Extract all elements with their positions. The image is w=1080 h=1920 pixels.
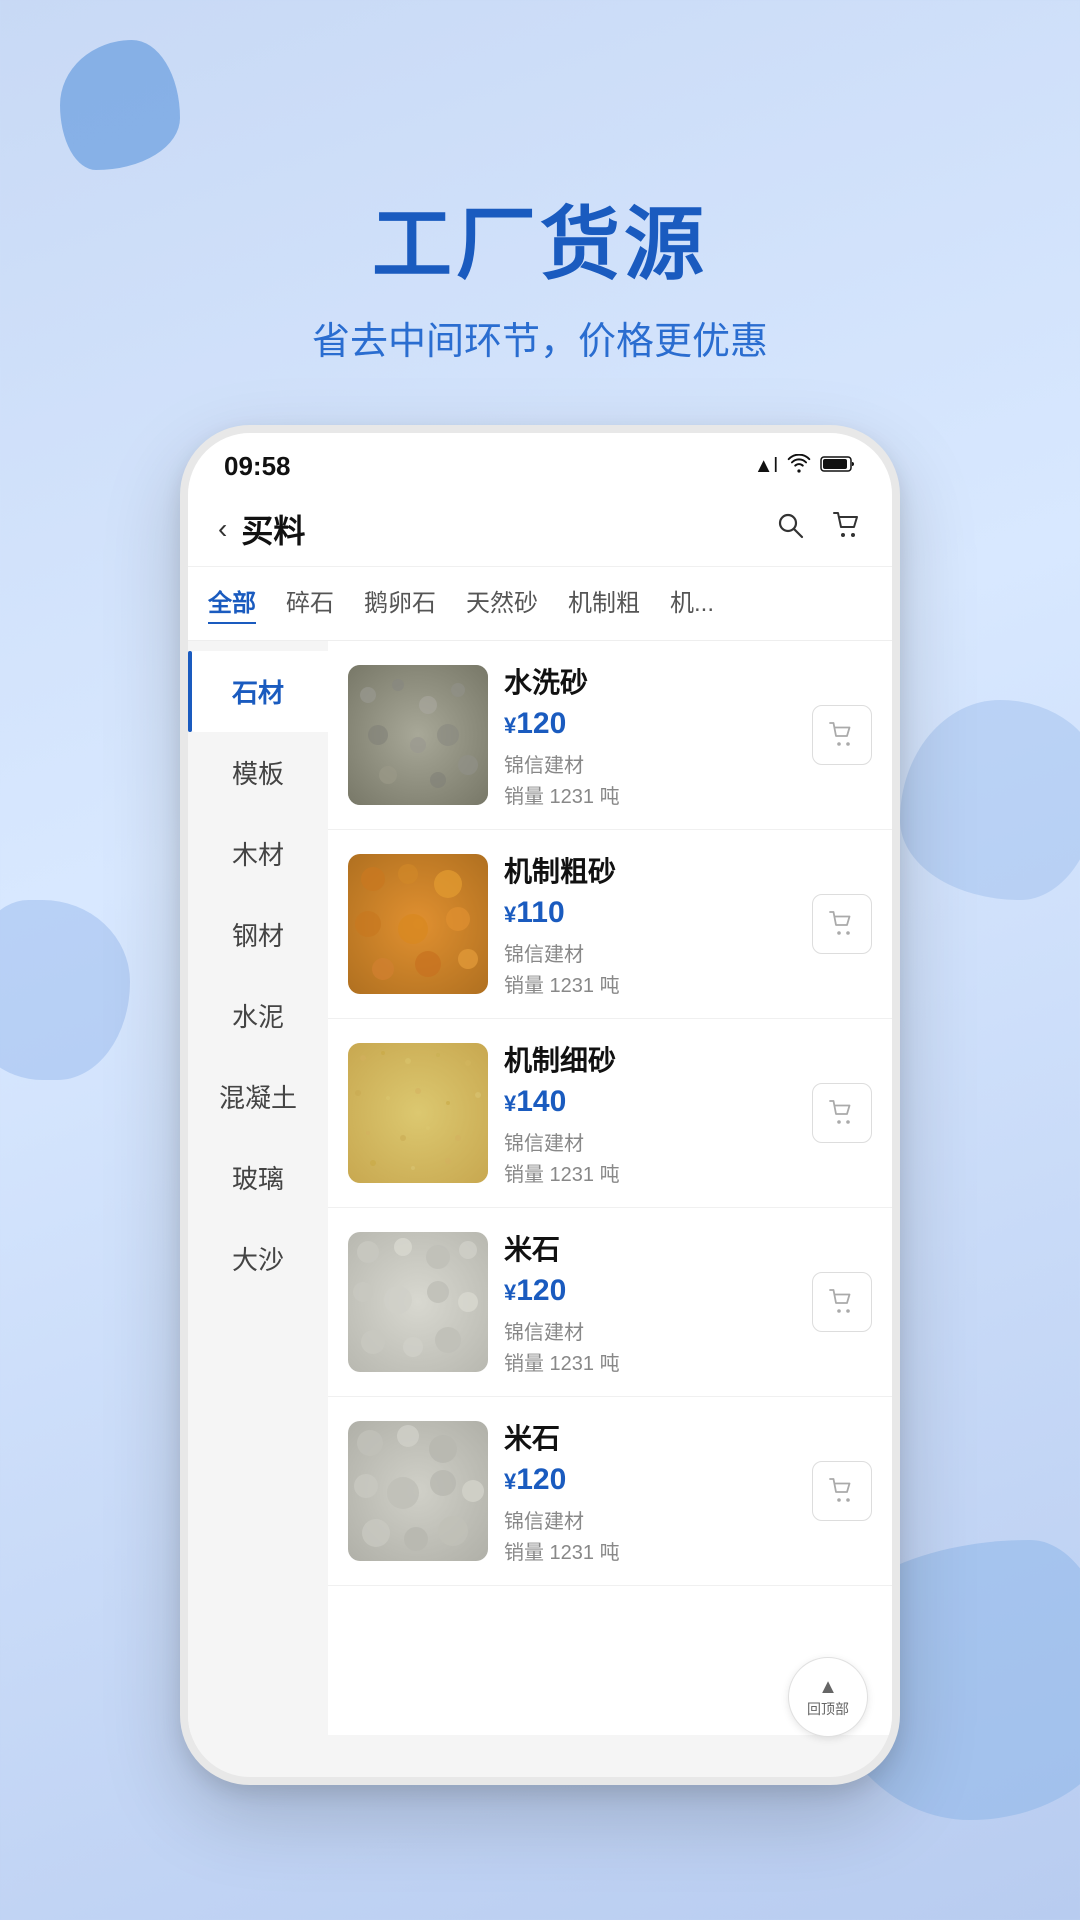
product-price-1: ¥120 (504, 707, 796, 741)
sidebar-item-template[interactable]: 模板 (188, 732, 328, 813)
add-to-cart-3[interactable] (812, 1083, 872, 1143)
product-seller-1: 锦信建材 (504, 749, 796, 778)
sidebar-item-cement[interactable]: 水泥 (188, 975, 328, 1056)
phone-mockup: 09:58 ▲l (180, 425, 900, 1785)
product-sales-4: 销量 1231 吨 (504, 1347, 796, 1376)
main-title: 工厂货源 (0, 180, 1080, 296)
product-name-3: 机制细砂 (504, 1039, 796, 1079)
product-price-2: ¥110 (504, 896, 796, 930)
tab-pebble[interactable]: 鹅卵石 (364, 583, 436, 624)
add-to-cart-1[interactable] (812, 705, 872, 765)
product-seller-3: 锦信建材 (504, 1127, 796, 1156)
nav-title: 买料 (241, 506, 305, 552)
product-item[interactable]: 机制细砂 ¥140 锦信建材 销量 1231 吨 (328, 1019, 892, 1208)
battery-icon (820, 454, 856, 479)
sidebar-item-sand[interactable]: 大沙 (188, 1218, 328, 1299)
add-to-cart-5[interactable] (812, 1461, 872, 1521)
product-name-1: 水洗砂 (504, 661, 796, 701)
sidebar-item-stone[interactable]: 石材 (188, 651, 328, 732)
product-item[interactable]: 米石 ¥120 锦信建材 销量 1231 吨 (328, 1397, 892, 1586)
sidebar-item-concrete[interactable]: 混凝土 (188, 1056, 328, 1137)
product-name-2: 机制粗砂 (504, 850, 796, 890)
tab-machine-coarse[interactable]: 机制粗 (568, 583, 640, 624)
phone-wrapper: 09:58 ▲l (0, 425, 1080, 1785)
product-item[interactable]: 米石 ¥120 锦信建材 销量 1231 吨 (328, 1208, 892, 1397)
sub-title: 省去中间环节，价格更优惠 (0, 310, 1080, 365)
tab-more[interactable]: 机... (670, 583, 714, 624)
product-sales-3: 销量 1231 吨 (504, 1158, 796, 1187)
product-seller-2: 锦信建材 (504, 938, 796, 967)
cart-button[interactable] (830, 509, 862, 549)
product-item[interactable]: 机制粗砂 ¥110 锦信建材 销量 1231 吨 (328, 830, 892, 1019)
product-seller-4: 锦信建材 (504, 1316, 796, 1345)
product-info-5: 米石 ¥120 锦信建材 销量 1231 吨 (504, 1417, 796, 1565)
product-info-4: 米石 ¥120 锦信建材 销量 1231 吨 (504, 1228, 796, 1376)
back-to-top-label: 回顶部 (807, 1699, 849, 1719)
tab-gravel[interactable]: 碎石 (286, 583, 334, 624)
status-time: 09:58 (224, 451, 291, 482)
product-sales-5: 销量 1231 吨 (504, 1536, 796, 1565)
product-price-5: ¥120 (504, 1463, 796, 1497)
nav-bar: ‹ 买料 (188, 492, 892, 567)
product-info-3: 机制细砂 ¥140 锦信建材 销量 1231 吨 (504, 1039, 796, 1187)
product-sales-1: 销量 1231 吨 (504, 780, 796, 809)
back-to-top-arrow-icon: ▲ (818, 1676, 838, 1699)
sidebar-item-steel[interactable]: 钢材 (188, 894, 328, 975)
category-tabs: 全部 碎石 鹅卵石 天然砂 机制粗 机... (188, 567, 892, 641)
product-seller-5: 锦信建材 (504, 1505, 796, 1534)
product-item[interactable]: 水洗砂 ¥120 锦信建材 销量 1231 吨 (328, 641, 892, 830)
wifi-icon (786, 454, 812, 479)
nav-left: ‹ 买料 (218, 506, 305, 552)
product-image-2 (348, 854, 488, 994)
product-info-1: 水洗砂 ¥120 锦信建材 销量 1231 吨 (504, 661, 796, 809)
sidebar-item-wood[interactable]: 木材 (188, 813, 328, 894)
sidebar-item-glass[interactable]: 玻璃 (188, 1137, 328, 1218)
search-button[interactable] (774, 509, 806, 549)
product-image-5 (348, 1421, 488, 1561)
signal-icon: ▲l (754, 455, 778, 478)
product-price-3: ¥140 (504, 1085, 796, 1119)
add-to-cart-2[interactable] (812, 894, 872, 954)
add-to-cart-4[interactable] (812, 1272, 872, 1332)
back-to-top-button[interactable]: ▲ 回顶部 (788, 1657, 868, 1737)
sidebar: 石材 模板 木材 钢材 水泥 混凝土 玻璃 大沙 (188, 641, 328, 1735)
product-image-3 (348, 1043, 488, 1183)
nav-right (774, 509, 862, 549)
status-bar: 09:58 ▲l (188, 433, 892, 492)
product-image-4 (348, 1232, 488, 1372)
content-area: 石材 模板 木材 钢材 水泥 混凝土 玻璃 大沙 (188, 641, 892, 1735)
tab-natural-sand[interactable]: 天然砂 (466, 583, 538, 624)
product-name-4: 米石 (504, 1228, 796, 1268)
product-name-5: 米石 (504, 1417, 796, 1457)
status-icons: ▲l (754, 454, 856, 479)
tab-all[interactable]: 全部 (208, 583, 256, 624)
product-image-1 (348, 665, 488, 805)
product-sales-2: 销量 1231 吨 (504, 969, 796, 998)
product-info-2: 机制粗砂 ¥110 锦信建材 销量 1231 吨 (504, 850, 796, 998)
product-list: 水洗砂 ¥120 锦信建材 销量 1231 吨 (328, 641, 892, 1735)
back-button[interactable]: ‹ (218, 513, 227, 545)
header-section: 工厂货源 省去中间环节，价格更优惠 (0, 0, 1080, 365)
product-price-4: ¥120 (504, 1274, 796, 1308)
